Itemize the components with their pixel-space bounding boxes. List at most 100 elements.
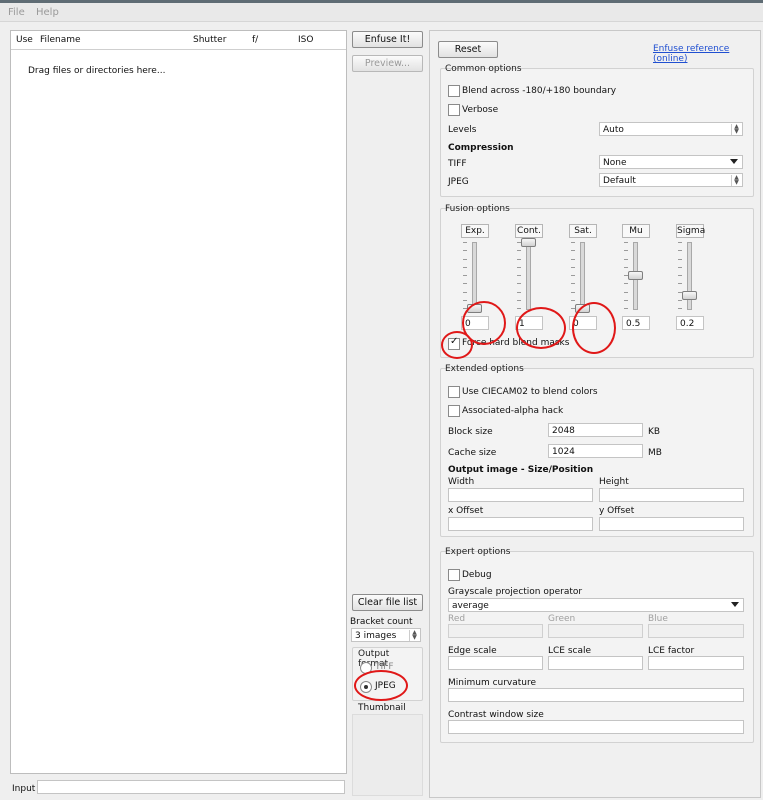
chevron-down-icon [730, 159, 738, 164]
levels-spinbox[interactable]: Auto ▲ ▼ [599, 122, 743, 136]
slider-tick [678, 258, 682, 260]
expert-options-group: Expert options Debug Grayscale projectio… [440, 547, 754, 743]
debug-checkbox[interactable] [448, 569, 460, 581]
verbose-checkbox[interactable] [448, 104, 460, 116]
blend-across-checkbox[interactable] [448, 85, 460, 97]
file-table-header: Use Filename Shutter f/ ISO [11, 31, 346, 50]
blue-weight-input[interactable] [648, 624, 744, 638]
slider-track[interactable] [687, 242, 692, 310]
reset-button[interactable]: Reset [438, 41, 498, 58]
slider-tick [463, 250, 467, 252]
grayscale-operator-select[interactable]: average [448, 598, 744, 612]
cache-size-value: 1024 [552, 447, 575, 457]
jpeg-quality-value: Default [603, 176, 636, 186]
thumbnail-area [352, 714, 423, 796]
slider-handle[interactable] [521, 238, 536, 247]
slider-value-input[interactable]: 0.5 [622, 316, 650, 330]
annotation-circle [354, 670, 408, 701]
slider-header-3: Mu [622, 224, 650, 238]
tiff-compression-select[interactable]: None [599, 155, 743, 169]
enfuse-button[interactable]: Enfuse It! [352, 31, 423, 48]
column-shutter[interactable]: Shutter [193, 35, 226, 45]
cache-size-input[interactable]: 1024 [548, 444, 643, 458]
annotation-circle [516, 307, 566, 349]
menu-bar: File Help [0, 3, 763, 22]
bracket-count-spinbox[interactable]: 3 images ▲ ▼ [351, 628, 421, 642]
common-options-title: Common options [445, 64, 522, 74]
slider-value-input[interactable]: 0.2 [676, 316, 704, 330]
width-input[interactable] [448, 488, 593, 502]
slider-tick [517, 266, 521, 268]
menu-help[interactable]: Help [36, 7, 59, 18]
block-size-unit: KB [648, 427, 661, 437]
ciecam-checkbox[interactable] [448, 386, 460, 398]
slider-tick [571, 299, 575, 301]
column-aperture[interactable]: f/ [252, 35, 258, 45]
green-label: Green [548, 614, 576, 624]
x-offset-input[interactable] [448, 517, 593, 531]
thumbnail-label: Thumbnail [358, 703, 406, 713]
cache-size-label: Cache size [448, 448, 497, 458]
minimum-curvature-label: Minimum curvature [448, 678, 537, 688]
clear-file-list-button[interactable]: Clear file list [352, 594, 423, 611]
slider-header-4: Sigma [676, 224, 706, 238]
bracket-count-value: 3 images [355, 631, 397, 641]
file-list-panel[interactable]: Use Filename Shutter f/ ISO Drag files o… [10, 30, 347, 774]
slider-tick [571, 266, 575, 268]
slider-track[interactable] [472, 242, 477, 310]
contrast-window-label: Contrast window size [448, 710, 544, 720]
levels-label: Levels [448, 125, 477, 135]
preview-button[interactable]: Preview... [352, 55, 423, 72]
spin-arrows-icon[interactable]: ▲ ▼ [409, 630, 419, 641]
column-filename[interactable]: Filename [40, 35, 81, 45]
spin-arrows-icon[interactable]: ▲ ▼ [731, 124, 741, 135]
input-field[interactable] [37, 780, 345, 794]
block-size-input[interactable]: 2048 [548, 423, 643, 437]
lce-factor-input[interactable] [648, 656, 744, 670]
minimum-curvature-input[interactable] [448, 688, 744, 702]
column-iso[interactable]: ISO [298, 35, 313, 45]
slider-handle[interactable] [628, 271, 643, 280]
slider-tick [624, 266, 628, 268]
slider-handle[interactable] [682, 290, 697, 300]
slider-tick [463, 291, 467, 293]
verbose-label: Verbose [462, 105, 499, 115]
height-input[interactable] [599, 488, 744, 502]
slider-tick [678, 299, 682, 301]
slider-tick [624, 258, 628, 260]
slider-track[interactable] [580, 242, 585, 310]
slider-track[interactable] [526, 242, 531, 310]
slider-tick [463, 299, 467, 301]
slider-tick [517, 250, 521, 252]
slider-tick [571, 275, 575, 276]
common-options-group: Common options Blend across -180/+180 bo… [440, 64, 754, 197]
contrast-window-input[interactable] [448, 720, 744, 734]
edge-scale-input[interactable] [448, 656, 543, 670]
tiff-compression-value: None [603, 158, 627, 168]
green-weight-input[interactable] [548, 624, 643, 638]
slider-tick [463, 258, 467, 260]
spin-arrows-icon[interactable]: ▲ ▼ [731, 175, 741, 186]
y-offset-input[interactable] [599, 517, 744, 531]
enfuse-reference-link[interactable]: Enfuse reference (online) [653, 44, 763, 64]
red-weight-input[interactable] [448, 624, 543, 638]
jpeg-quality-spinbox[interactable]: Default ▲ ▼ [599, 173, 743, 187]
slider-tick [624, 308, 628, 309]
lce-scale-input[interactable] [548, 656, 643, 670]
levels-value: Auto [603, 125, 624, 135]
column-use[interactable]: Use [16, 35, 33, 45]
slider-tick [463, 242, 467, 243]
slider-tick [463, 275, 467, 276]
slider-tick [571, 291, 575, 293]
edge-scale-label: Edge scale [448, 646, 497, 656]
jpeg-label: JPEG [448, 177, 469, 187]
blend-across-label: Blend across -180/+180 boundary [462, 86, 617, 96]
slider-tick [571, 283, 575, 285]
slider-tick [678, 250, 682, 252]
menu-file[interactable]: File [8, 7, 25, 18]
alpha-hack-checkbox[interactable] [448, 405, 460, 417]
annotation-circle [572, 302, 616, 354]
ciecam-label: Use CIECAM02 to blend colors [462, 387, 598, 397]
slider-tick [678, 242, 682, 243]
slider-tick [678, 283, 682, 285]
